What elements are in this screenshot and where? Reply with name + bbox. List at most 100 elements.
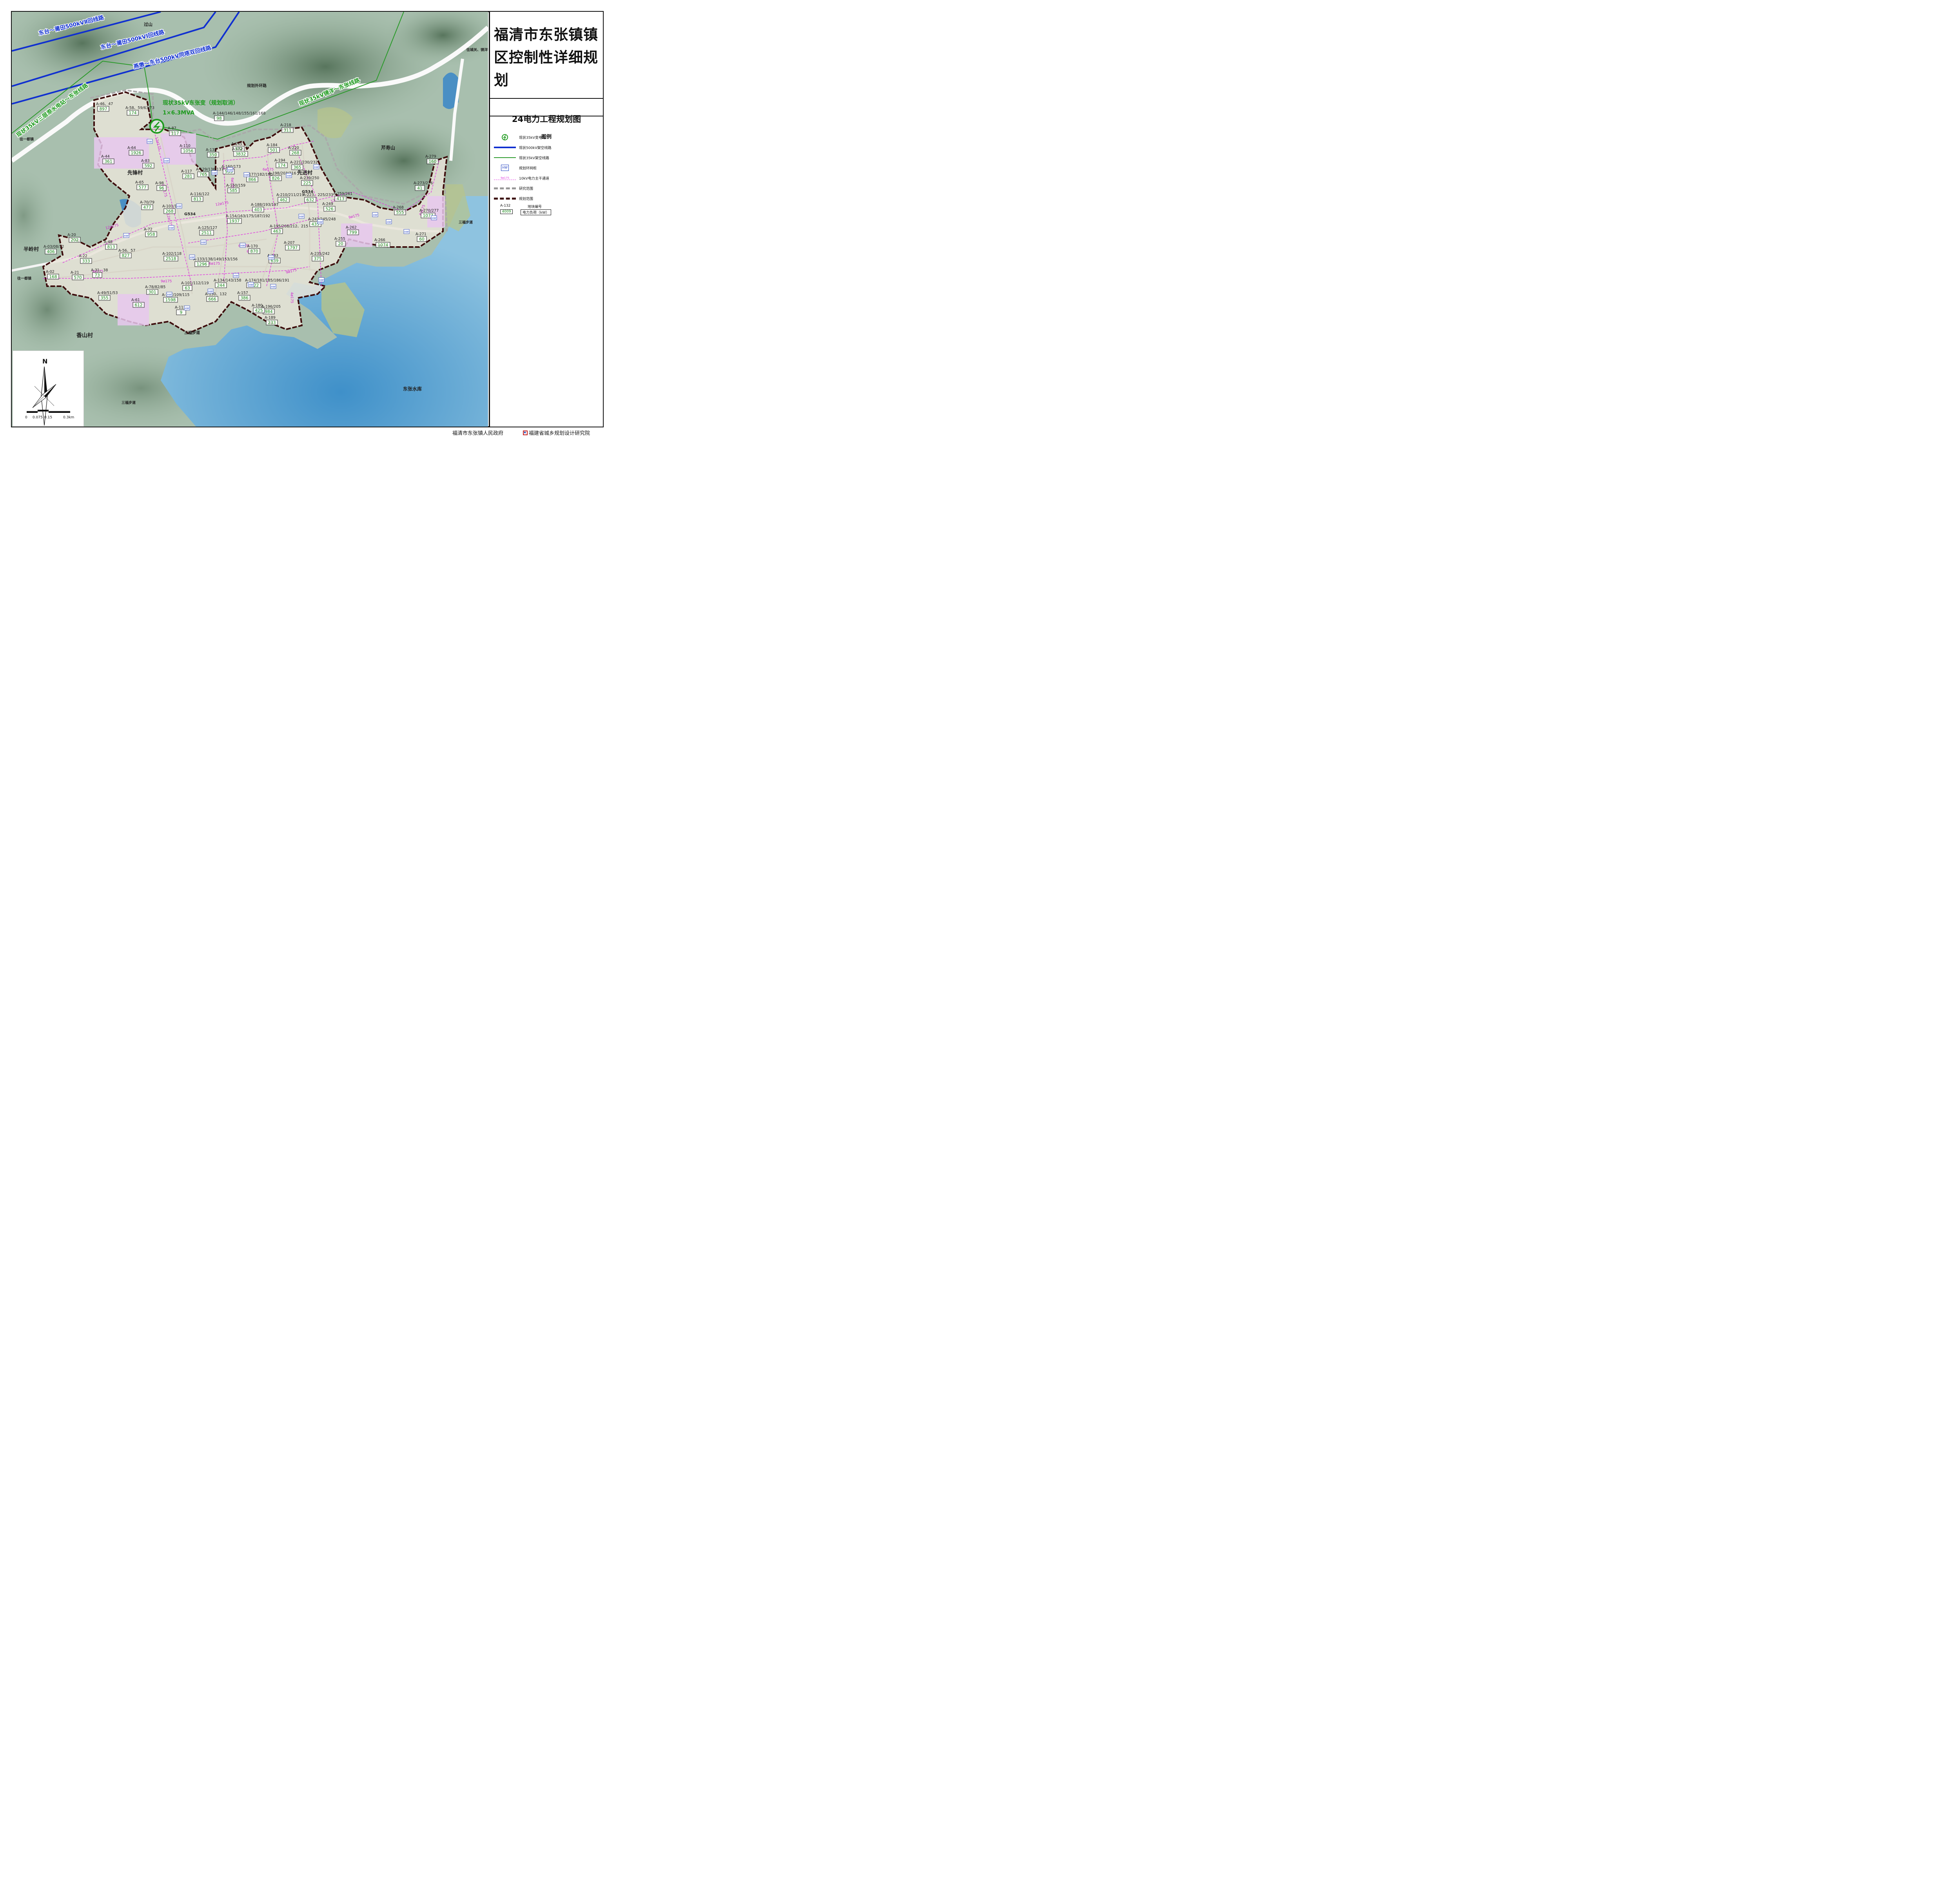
parcel-load: 73 (94, 273, 100, 278)
parcel-code: A-44 (101, 154, 110, 159)
ring-main-unit-icon[interactable]: HW (227, 167, 233, 172)
footer-institute: 福建省城乡规划设计研究院 (529, 431, 590, 436)
map-canvas[interactable]: 12ø17512ø17512ø17512ø17512ø17512ø1759ø17… (12, 12, 488, 427)
ring-main-unit-icon[interactable]: HW (207, 289, 214, 294)
ring-main-unit-icon[interactable]: HW (403, 229, 410, 234)
ring-main-unit-icon[interactable]: HW (386, 219, 392, 224)
parcel-code: A-116/122 (190, 192, 209, 196)
ring-main-unit-icon[interactable]: HW (248, 282, 254, 287)
ring-main-unit-icon[interactable]: HW (211, 170, 218, 175)
substation-label-2: 1×6.3MVA (163, 110, 194, 116)
parcel-load: 225 (303, 181, 311, 186)
ring-main-unit-icon[interactable]: HW (189, 254, 195, 260)
ring-main-unit-icon[interactable]: HW (313, 164, 319, 169)
parcel-load: 174 (129, 111, 136, 116)
parcel-load: 168 (49, 275, 57, 280)
parcel-code: A-207 (284, 241, 295, 245)
parcel-code: A-145 (231, 142, 242, 146)
substation-marker[interactable] (149, 119, 164, 134)
scale-tick-2: 0.15 (44, 416, 52, 420)
parcel-load: 632 (306, 198, 314, 203)
ring-main-unit-icon[interactable]: HW (147, 139, 153, 144)
divider (490, 98, 603, 99)
ring-main-unit-icon[interactable]: HW (184, 305, 190, 311)
svg-text:HW: HW (185, 307, 189, 310)
svg-text:HW: HW (404, 231, 409, 234)
svg-text:HW: HW (287, 174, 291, 178)
parcel-label[interactable]: A-25520 (334, 237, 346, 247)
parcel-code: A-02 (46, 270, 54, 274)
place-name: 往一都镇 (20, 137, 34, 142)
scale-tick-0: 0 (25, 416, 27, 420)
legend-label: 研究范围 (519, 187, 534, 191)
svg-text:HW: HW (240, 244, 245, 247)
ring-main-unit-icon[interactable]: HW (268, 255, 274, 260)
parcel-load: 592 (144, 164, 152, 169)
scale-bar: 0 0.075 0.15 0.3km (25, 410, 74, 420)
legend-label: 现状500kV架空线路 (519, 146, 552, 150)
parcel-load: 813 (193, 197, 201, 202)
place-name: 芹寿山 (381, 145, 395, 151)
ring-main-unit-icon[interactable]: HW (166, 292, 172, 297)
ring-main-unit-icon[interactable]: HW (200, 240, 207, 245)
parcel-code: A-102/118 (162, 252, 181, 256)
legend-item-500kv: 现状500kV架空线路 (494, 144, 552, 151)
place-name: 三福步道 (122, 400, 136, 405)
ring-main-unit-icon[interactable]: HW (233, 273, 239, 278)
parcel-label[interactable]: A-27160 (416, 232, 427, 242)
parcel-load: 984 (265, 310, 272, 314)
ring-main-unit-icon[interactable]: HW (317, 219, 323, 224)
parcel-label[interactable]: A-70/79477 (140, 200, 154, 210)
legend-item-35kv: 现状35kV架空线路 (494, 154, 549, 162)
substation-label-1: 现状35kV东张变（规划取消） (163, 100, 239, 106)
ring-main-unit-icon[interactable]: HW (298, 214, 305, 219)
parcel-load: 555 (396, 211, 404, 215)
svg-text:HW: HW (124, 234, 129, 238)
parcel-load: 2511 (201, 231, 212, 236)
ring-main-unit-icon[interactable]: HW (286, 173, 292, 178)
parcel-code: A-170 (247, 244, 258, 249)
parcel-code: A-194 (274, 158, 285, 163)
ring-main-unit-icon[interactable]: HW (372, 212, 378, 217)
ring-main-unit-icon[interactable]: HW (318, 277, 325, 282)
legend-label: 规划范围 (519, 197, 534, 201)
parcel-code: A-78/82/85 (145, 285, 165, 289)
parcel-load: 866 (248, 178, 256, 182)
svg-text:HW: HW (190, 256, 194, 259)
parcel-load: 350 (209, 153, 217, 158)
ring-main-unit-icon[interactable]: HW (123, 233, 129, 238)
parcel-load: 958 (147, 233, 155, 237)
ring-main-unit-icon[interactable]: HW (431, 215, 437, 220)
ring-main-unit-icon[interactable]: HW (163, 158, 170, 163)
legend-label: 规划环网柜 (519, 166, 537, 171)
ring-main-unit-icon[interactable]: HW (176, 203, 182, 209)
parcel-load: 117 (171, 131, 179, 136)
parcel-code: A-273/276 (414, 181, 433, 185)
parcel-code: A-20 (67, 233, 76, 237)
parcel-load: 3832 (236, 152, 246, 157)
parcel-code: A-56、57 (118, 249, 135, 253)
parcel-code: A-31、38 (91, 268, 108, 272)
place-name: 先锋村 (127, 170, 143, 176)
compass-box: N 0 0.075 0.15 0.3km (13, 351, 84, 427)
parcel-load: 1056 (183, 149, 194, 154)
parcel-code: A-218 (280, 123, 291, 127)
place-name: 往一都镇 (17, 276, 31, 281)
ring-main-unit-icon[interactable]: HW (168, 225, 174, 230)
scale-tick-1: 0.075 (33, 416, 43, 420)
parcel-code: A-195/208/212、215 (270, 224, 308, 229)
ring-main-unit-icon[interactable]: HW (270, 284, 276, 289)
parcel-load: 1074 (378, 243, 388, 248)
parcel-code: A-279 (425, 154, 436, 159)
conduit-label: 9ø175 (161, 280, 172, 283)
parcel-code: A-220 (288, 146, 299, 150)
ring-main-unit-icon[interactable]: HW (243, 172, 250, 177)
parcel-code: A-270/277 (419, 209, 439, 213)
parcel-code: A-223、225/233 (303, 193, 333, 197)
map-title: 福清市东张镇镇区控制性详细规划 (494, 26, 598, 89)
parcel-code: A-98 (155, 181, 164, 185)
parcel-code: A-65 (135, 180, 144, 185)
parcel-code: A-157 (237, 291, 248, 295)
ring-main-unit-icon[interactable]: HW (240, 243, 246, 248)
scale-tick-3: 0.3km (63, 416, 74, 420)
